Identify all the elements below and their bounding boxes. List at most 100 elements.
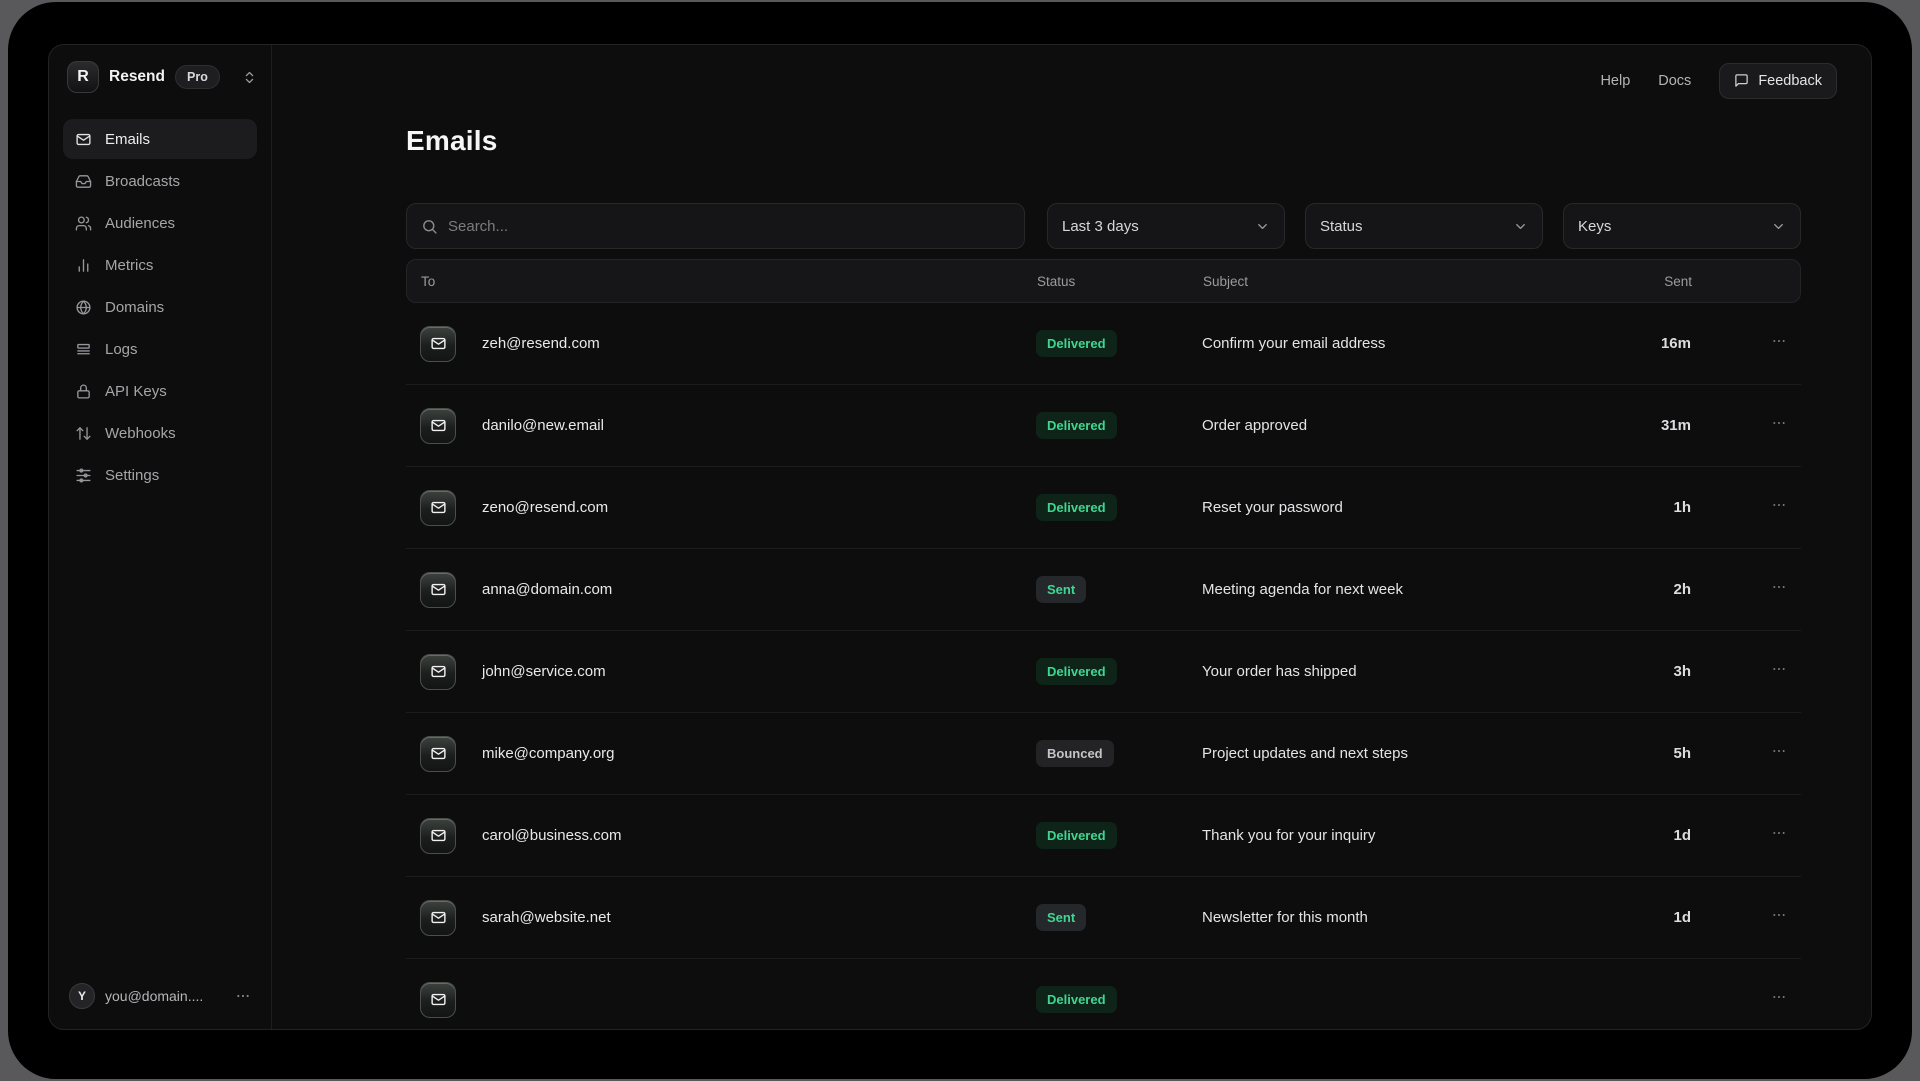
- sidebar-item-label: Audiences: [105, 215, 175, 232]
- status-badge: Delivered: [1036, 986, 1117, 1013]
- email-subject: Reset your password: [1202, 499, 1591, 516]
- filter-dropdown-last-3-days[interactable]: Last 3 days: [1047, 203, 1285, 249]
- more-horizontal-icon[interactable]: [1771, 661, 1787, 682]
- chevron-down-icon: [1255, 219, 1270, 234]
- lock-icon: [75, 383, 92, 400]
- sidebar-item-emails[interactable]: Emails: [63, 119, 257, 159]
- table-row[interactable]: carol@business.com Delivered Thank you f…: [406, 795, 1801, 877]
- column-header-to: To: [421, 274, 1037, 289]
- sent-time: 2h: [1591, 581, 1691, 598]
- status-badge: Sent: [1036, 576, 1086, 603]
- recipient-email: zeno@resend.com: [482, 499, 608, 516]
- avatar: Y: [69, 983, 95, 1009]
- sent-time: 3h: [1591, 663, 1691, 680]
- chevron-up-down-icon[interactable]: [242, 70, 257, 85]
- user-menu[interactable]: Y you@domain....: [63, 979, 257, 1013]
- bar-chart-icon: [75, 257, 92, 274]
- table-row[interactable]: danilo@new.email Delivered Order approve…: [406, 385, 1801, 467]
- sent-time: 16m: [1591, 335, 1691, 352]
- email-subject: Order approved: [1202, 417, 1591, 434]
- plan-badge: Pro: [175, 65, 220, 89]
- status-badge: Delivered: [1036, 330, 1117, 357]
- table-row[interactable]: zeh@resend.com Delivered Confirm your em…: [406, 303, 1801, 385]
- status-badge: Delivered: [1036, 494, 1117, 521]
- users-icon: [75, 215, 92, 232]
- more-horizontal-icon[interactable]: [1771, 333, 1787, 354]
- more-horizontal-icon[interactable]: [1771, 743, 1787, 764]
- mail-tile-icon: [420, 408, 456, 444]
- table-header: To Status Subject Sent: [406, 259, 1801, 303]
- resend-logo-icon: R: [67, 61, 99, 93]
- sent-time: 5h: [1591, 745, 1691, 762]
- workspace-switcher[interactable]: R Resend Pro: [63, 61, 257, 93]
- rows-icon: [75, 341, 92, 358]
- globe-icon: [75, 299, 92, 316]
- more-horizontal-icon[interactable]: [1771, 907, 1787, 928]
- sliders-icon: [75, 467, 92, 484]
- sidebar-item-settings[interactable]: Settings: [63, 455, 257, 495]
- table-row[interactable]: anna@domain.com Sent Meeting agenda for …: [406, 549, 1801, 631]
- mail-tile-icon: [420, 654, 456, 690]
- sidebar-item-label: API Keys: [105, 383, 167, 400]
- sidebar-item-logs[interactable]: Logs: [63, 329, 257, 369]
- mail-tile-icon: [420, 490, 456, 526]
- filter-dropdown-label: Status: [1320, 218, 1363, 235]
- recipient-email: danilo@new.email: [482, 417, 604, 434]
- column-header-sent: Sent: [1592, 274, 1692, 289]
- content: Emails Last 3 days Status Keys To: [406, 45, 1801, 1030]
- filter-dropdown-label: Keys: [1578, 218, 1611, 235]
- sent-time: 1d: [1591, 827, 1691, 844]
- table-row[interactable]: sarah@website.net Sent Newsletter for th…: [406, 877, 1801, 959]
- more-horizontal-icon[interactable]: [1771, 825, 1787, 846]
- table-row[interactable]: Delivered: [406, 959, 1801, 1030]
- sidebar-item-audiences[interactable]: Audiences: [63, 203, 257, 243]
- sidebar-item-label: Settings: [105, 467, 159, 484]
- sidebar-item-metrics[interactable]: Metrics: [63, 245, 257, 285]
- more-horizontal-icon[interactable]: [1771, 579, 1787, 600]
- more-horizontal-icon[interactable]: [1771, 415, 1787, 436]
- table-row[interactable]: john@service.com Delivered Your order ha…: [406, 631, 1801, 713]
- filter-dropdown-keys[interactable]: Keys: [1563, 203, 1801, 249]
- sidebar-item-label: Webhooks: [105, 425, 176, 442]
- inbox-icon: [75, 173, 92, 190]
- mail-tile-icon: [420, 326, 456, 362]
- app-window: R Resend Pro Emails Broadcasts Audiences…: [48, 44, 1872, 1030]
- filter-dropdown-status[interactable]: Status: [1305, 203, 1543, 249]
- sent-time: 31m: [1591, 417, 1691, 434]
- sidebar-item-api-keys[interactable]: API Keys: [63, 371, 257, 411]
- status-badge: Delivered: [1036, 412, 1117, 439]
- recipient-email: sarah@website.net: [482, 909, 611, 926]
- mail-tile-icon: [420, 818, 456, 854]
- table-row[interactable]: mike@company.org Bounced Project updates…: [406, 713, 1801, 795]
- mail-tile-icon: [420, 572, 456, 608]
- sidebar-item-label: Domains: [105, 299, 164, 316]
- sidebar-item-broadcasts[interactable]: Broadcasts: [63, 161, 257, 201]
- table-body: zeh@resend.com Delivered Confirm your em…: [406, 303, 1801, 1030]
- sidebar-item-label: Logs: [105, 341, 138, 358]
- more-horizontal-icon[interactable]: [1771, 989, 1787, 1010]
- recipient-email: john@service.com: [482, 663, 606, 680]
- mail-tile-icon: [420, 900, 456, 936]
- email-subject: Your order has shipped: [1202, 663, 1591, 680]
- sidebar-item-domains[interactable]: Domains: [63, 287, 257, 327]
- sidebar-item-label: Broadcasts: [105, 173, 180, 190]
- more-horizontal-icon[interactable]: [1771, 497, 1787, 518]
- recipient-email: zeh@resend.com: [482, 335, 600, 352]
- email-subject: Newsletter for this month: [1202, 909, 1591, 926]
- page-title: Emails: [406, 125, 1801, 157]
- search-input[interactable]: [448, 218, 1010, 235]
- chevron-down-icon: [1513, 219, 1528, 234]
- more-horizontal-icon[interactable]: [235, 988, 251, 1004]
- email-subject: Thank you for your inquiry: [1202, 827, 1591, 844]
- column-header-status: Status: [1037, 274, 1203, 289]
- arrows-updown-icon: [75, 425, 92, 442]
- recipient-email: anna@domain.com: [482, 581, 612, 598]
- column-header-subject: Subject: [1203, 274, 1592, 289]
- sidebar-item-label: Metrics: [105, 257, 153, 274]
- status-badge: Delivered: [1036, 822, 1117, 849]
- sidebar: R Resend Pro Emails Broadcasts Audiences…: [49, 45, 272, 1029]
- sidebar-item-webhooks[interactable]: Webhooks: [63, 413, 257, 453]
- recipient-email: mike@company.org: [482, 745, 615, 762]
- table-row[interactable]: zeno@resend.com Delivered Reset your pas…: [406, 467, 1801, 549]
- search-icon: [421, 218, 438, 235]
